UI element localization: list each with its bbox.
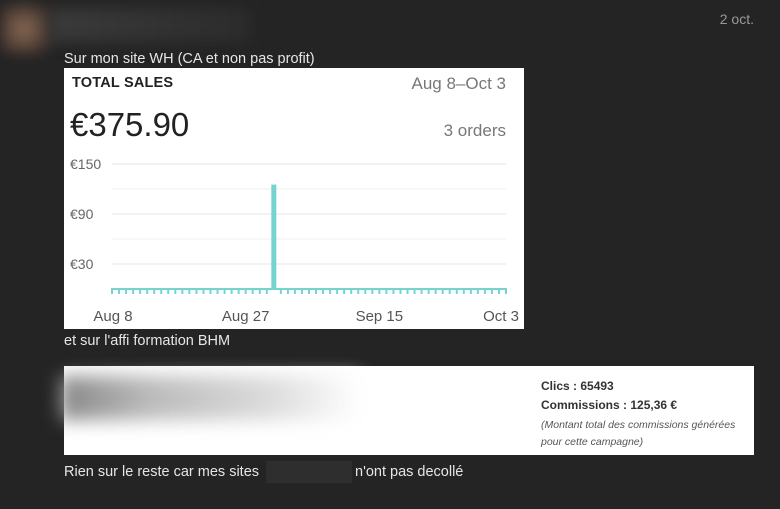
x-tick-label: Oct 3: [483, 308, 519, 325]
bar: [448, 288, 451, 294]
bar: [385, 288, 388, 294]
bar: [315, 288, 318, 294]
bar: [223, 288, 226, 294]
y-tick-label: €90: [70, 206, 94, 222]
y-tick-label: €30: [70, 256, 94, 272]
y-tick-label: €150: [70, 156, 101, 172]
redacted-site-names: [266, 461, 352, 483]
bar: [125, 288, 128, 294]
bar: [111, 288, 113, 294]
bar: [300, 288, 303, 294]
bar: [258, 288, 261, 294]
bar: [357, 288, 360, 294]
bar: [265, 288, 268, 294]
bar: [364, 288, 367, 294]
bar: [244, 288, 247, 294]
bar: [350, 288, 353, 294]
bar: [132, 288, 135, 294]
bar: [251, 288, 254, 294]
bar: [181, 288, 184, 294]
bar: [343, 288, 346, 294]
bar: [322, 288, 325, 294]
bar: [279, 288, 282, 294]
post-date[interactable]: 2 oct.: [720, 11, 754, 27]
bar: [462, 288, 465, 294]
x-tick-label: Aug 8: [93, 308, 132, 325]
bar: [420, 288, 423, 294]
post-text-line2: et sur l'affi formation BHM: [64, 333, 231, 349]
commissions-note: (Montant total des commissions générées …: [541, 419, 736, 448]
bar: [371, 288, 374, 294]
bar: [230, 288, 233, 294]
bar: [399, 288, 402, 294]
bar: [146, 288, 149, 294]
bar: [139, 288, 142, 294]
bar: [118, 288, 121, 294]
bar: [483, 288, 486, 294]
bar: [308, 288, 310, 294]
author-name-redacted[interactable]: [50, 8, 250, 42]
bar: [329, 288, 332, 294]
bar: [476, 288, 479, 294]
bar: [413, 288, 416, 294]
bar: [497, 288, 500, 294]
x-tick-label: Aug 27: [222, 308, 270, 325]
bar: [455, 288, 458, 294]
affiliate-panel: Clics : 65493 Commissions : 125,36 € (Mo…: [60, 366, 754, 455]
bar: [469, 288, 472, 294]
bar: [286, 288, 289, 294]
bar: [202, 288, 205, 294]
affiliate-logo-redacted: [60, 376, 360, 420]
bar: [160, 288, 163, 294]
total-sales-card: TOTAL SALES Aug 8–Oct 3 €375.90 3 orders…: [64, 68, 524, 329]
bar: [174, 288, 177, 294]
bar: [195, 288, 198, 294]
bar: [406, 288, 409, 294]
bar: [490, 288, 493, 294]
bar: [434, 288, 437, 294]
x-tick-label: Sep 15: [356, 308, 404, 325]
bar: [209, 288, 212, 294]
post-text-line1: Sur mon site WH (CA et non pas profit): [64, 51, 315, 67]
bar: [237, 288, 240, 294]
bar: [505, 288, 507, 294]
bar: [271, 184, 277, 289]
bar: [153, 288, 156, 294]
bar: [216, 288, 219, 294]
bar: [188, 288, 191, 294]
commissions-total: Commissions : 125,36 €: [541, 398, 678, 412]
bar: [293, 288, 296, 294]
post-text-line3b: n'ont pas decollé: [355, 464, 464, 480]
bar: [392, 288, 395, 294]
bar: [378, 288, 381, 294]
bar: [441, 288, 444, 294]
bar: [427, 288, 430, 294]
bar: [336, 288, 339, 294]
post-text-line3a: Rien sur le reste car mes sites: [64, 464, 260, 480]
sales-chart: €150 €90 €30 Aug 8 Aug 27 Sep 15 Oct 3: [70, 156, 519, 325]
clics-count: Clics : 65493: [541, 379, 614, 393]
bar: [167, 288, 170, 294]
